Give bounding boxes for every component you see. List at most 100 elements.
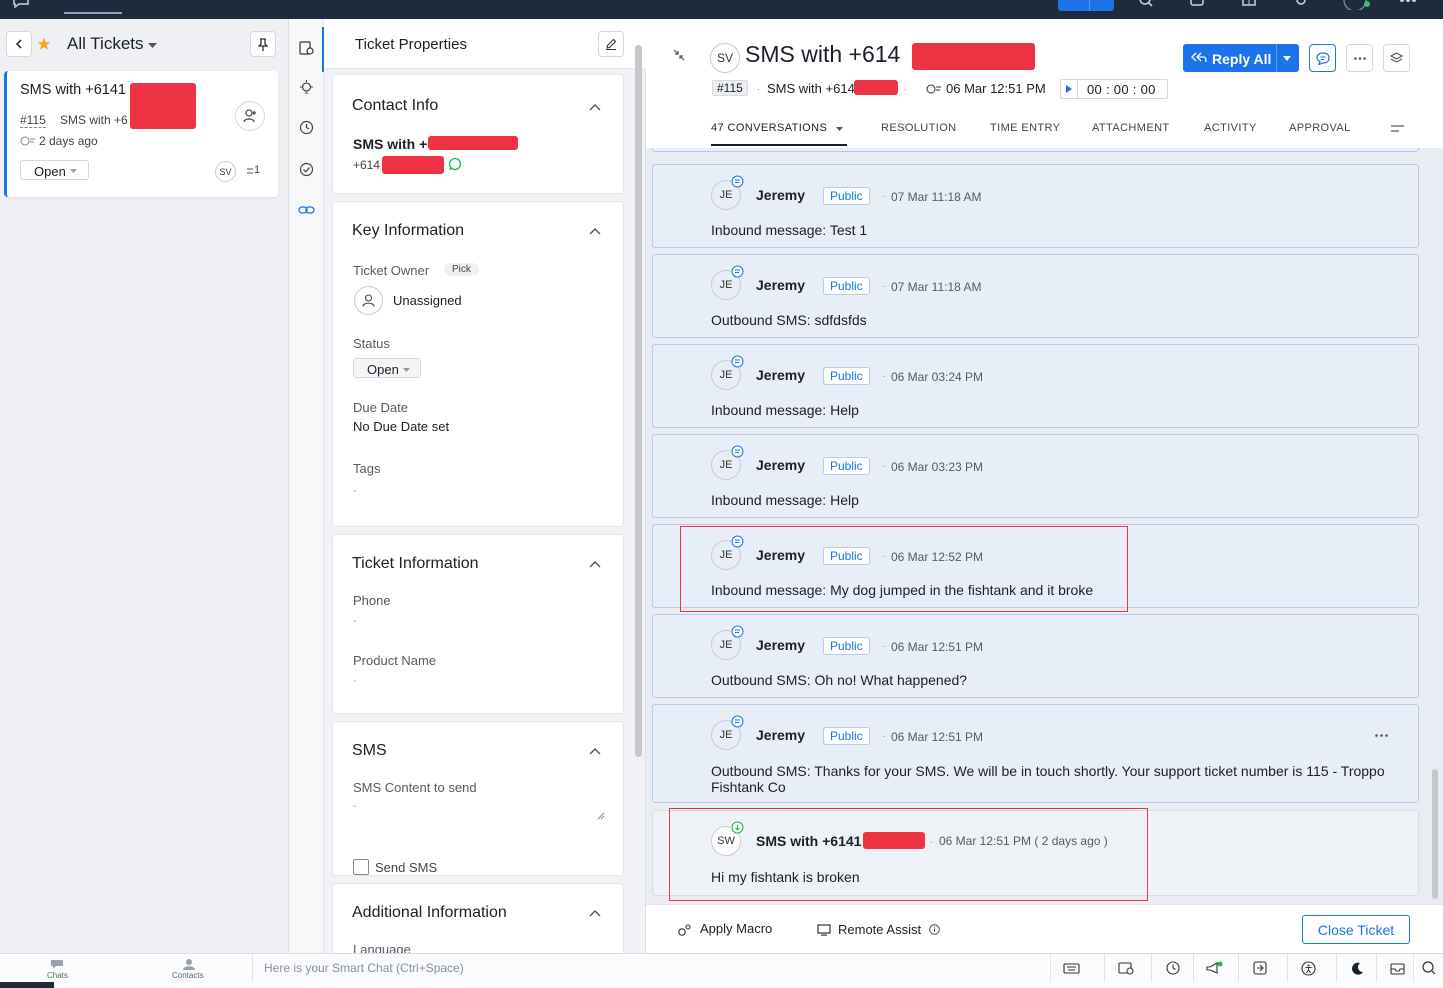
pin-button[interactable]: [250, 31, 276, 57]
ticket-subject[interactable]: SMS with +6141: [20, 82, 126, 98]
conversation-scrollbar[interactable]: [1432, 769, 1438, 899]
switch-portal-button[interactable]: [1238, 954, 1280, 982]
conversation-message[interactable]: JE Jeremy Public . 07 Mar 11:18 AM Outbo…: [652, 254, 1419, 338]
ticket-number[interactable]: #115: [20, 113, 46, 128]
profile-avatar[interactable]: [1340, 0, 1370, 10]
conversations-filter-chevron-icon[interactable]: [836, 127, 843, 131]
calendar-settings-button[interactable]: [1104, 954, 1146, 982]
linked-tickets-icon[interactable]: [298, 204, 315, 216]
due-date-value[interactable]: No Due Date set: [353, 419, 449, 434]
recent-history-button[interactable]: [1151, 954, 1193, 982]
suggestions-bulb-icon[interactable]: [299, 80, 314, 95]
collapse-arrows-icon[interactable]: [673, 49, 685, 61]
chat-bubble-icon[interactable]: [12, 0, 30, 10]
conversation-message[interactable]: JE Jeremy Public . 06 Mar 12:51 PM Outbo…: [652, 704, 1419, 803]
owner-avatar[interactable]: SV: [215, 161, 236, 182]
send-sms-checkbox[interactable]: [353, 859, 369, 875]
ticket-owner-label: Ticket Owner: [353, 263, 430, 278]
tab-time-entry[interactable]: TIME ENTRY: [990, 122, 1060, 134]
tab-activity[interactable]: ACTIVITY: [1204, 122, 1257, 134]
ticket-list-item[interactable]: SMS with +6141 #115 SMS with +6 2 days a…: [4, 71, 278, 197]
remote-assist-button[interactable]: Remote Assist: [838, 922, 921, 937]
highlight-annotation: [680, 526, 1128, 612]
keyboard-shortcuts-button[interactable]: [1050, 954, 1092, 982]
comment-button[interactable]: [1309, 44, 1336, 72]
inbox-button[interactable]: [1376, 954, 1418, 982]
tags-value[interactable]: -: [353, 485, 357, 497]
tab-menu-icon[interactable]: [1391, 125, 1404, 133]
calendar-icon[interactable]: [1190, 0, 1204, 7]
message-author[interactable]: Jeremy: [756, 457, 805, 473]
contact-phone[interactable]: +614: [353, 158, 380, 172]
phone-value[interactable]: -: [353, 615, 357, 627]
more-actions-button[interactable]: [1346, 44, 1373, 72]
global-search-button[interactable]: [1413, 954, 1443, 982]
contact-name[interactable]: SMS with +6: [353, 136, 435, 152]
sms-content-textarea[interactable]: -: [353, 798, 605, 820]
settings-gear-icon[interactable]: [1294, 0, 1308, 7]
message-author[interactable]: Jeremy: [756, 187, 805, 203]
back-button[interactable]: [6, 31, 32, 57]
app-grid-icon[interactable]: [1400, 0, 1416, 5]
edit-properties-button[interactable]: [598, 31, 624, 57]
message-author[interactable]: Jeremy: [756, 727, 805, 743]
chats-tab[interactable]: Chats: [0, 954, 120, 982]
contacts-tab[interactable]: Contacts: [120, 954, 253, 982]
reply-all-button[interactable]: Reply All: [1183, 44, 1299, 72]
timer-widget[interactable]: 00 : 00 : 00: [1060, 79, 1168, 99]
collapse-chevron-icon[interactable]: [589, 560, 601, 568]
search-icon[interactable]: [1138, 0, 1154, 8]
conversation-message[interactable]: JE Jeremy Public . 07 Mar 11:18 AM Inbou…: [652, 164, 1419, 248]
send-sms-label[interactable]: Send SMS: [375, 860, 437, 875]
star-icon[interactable]: [37, 37, 51, 51]
collapse-chevron-icon[interactable]: [589, 747, 601, 755]
message-author[interactable]: Jeremy: [756, 367, 805, 383]
whatsapp-icon[interactable]: [448, 157, 462, 171]
conversation-message[interactable]: JE Jeremy Public . 06 Mar 03:23 PM Inbou…: [652, 434, 1419, 518]
pick-owner-button[interactable]: Pick: [444, 263, 479, 276]
collapse-chevron-icon[interactable]: [589, 909, 601, 917]
tab-approval[interactable]: APPROVAL: [1289, 122, 1351, 134]
message-author[interactable]: Jeremy: [756, 637, 805, 653]
sms-section: SMS SMS Content to send - Send SMS: [332, 721, 624, 876]
info-icon[interactable]: [929, 924, 940, 935]
smart-chat-input[interactable]: Here is your Smart Chat (Ctrl+Space): [264, 961, 464, 975]
conversation-message[interactable]: JE Jeremy Public . 06 Mar 12:51 PM Outbo…: [652, 614, 1419, 698]
history-icon[interactable]: [299, 120, 314, 135]
tab-conversations[interactable]: 47 CONVERSATIONS: [711, 122, 827, 134]
ticket-title[interactable]: SMS with +614: [745, 41, 900, 68]
layers-button[interactable]: [1383, 44, 1410, 72]
dot-separator: .: [883, 729, 886, 740]
accessibility-button[interactable]: [1287, 954, 1329, 982]
owner-value[interactable]: Unassigned: [393, 293, 462, 308]
close-ticket-button[interactable]: Close Ticket: [1302, 915, 1410, 944]
properties-scrollbar[interactable]: [635, 45, 642, 757]
apps-icon[interactable]: [1242, 0, 1256, 7]
dark-mode-button[interactable]: [1336, 954, 1378, 982]
tab-attachment[interactable]: ATTACHMENT: [1092, 122, 1170, 134]
tab-resolution[interactable]: RESOLUTION: [881, 122, 957, 134]
ticket-number-badge[interactable]: #115: [712, 80, 748, 96]
message-more-icon[interactable]: [1375, 734, 1388, 737]
resize-handle-icon[interactable]: [597, 812, 605, 820]
status-dropdown[interactable]: Open: [353, 358, 421, 378]
status-dropdown[interactable]: Open: [20, 160, 89, 180]
search-icon: [1421, 961, 1435, 975]
product-name-value[interactable]: -: [353, 675, 357, 687]
checklist-icon[interactable]: [299, 162, 314, 177]
view-title[interactable]: All Tickets: [67, 34, 144, 54]
collapse-chevron-icon[interactable]: [589, 227, 601, 235]
conversation-message[interactable]: JE Jeremy Public . 06 Mar 03:24 PM Inbou…: [652, 344, 1419, 428]
new-ticket-button[interactable]: [1058, 0, 1114, 11]
collapse-chevron-icon[interactable]: [589, 103, 601, 111]
reply-options-chevron-icon[interactable]: [1283, 56, 1291, 61]
assign-button[interactable]: [235, 101, 265, 131]
view-dropdown-icon[interactable]: [148, 43, 157, 49]
message-author[interactable]: Jeremy: [756, 277, 805, 293]
owner-avatar[interactable]: [354, 286, 383, 315]
announcements-button[interactable]: [1193, 954, 1235, 982]
play-timer-icon[interactable]: [1061, 80, 1078, 98]
assignee-avatar[interactable]: SV: [710, 43, 740, 73]
ticket-properties-icon[interactable]: [299, 40, 314, 55]
apply-macro-button[interactable]: Apply Macro: [700, 921, 772, 936]
